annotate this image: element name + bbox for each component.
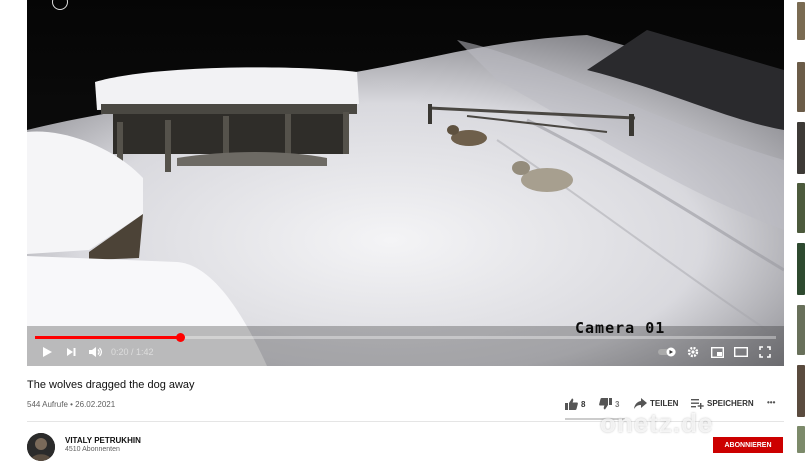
save-label: SPEICHERN (707, 399, 754, 408)
more-actions-button[interactable]: ••• (767, 398, 775, 407)
video-title: The wolves dragged the dog away (27, 379, 195, 391)
fullscreen-icon (759, 346, 771, 358)
player-controls: 0:20 / 1:42 (27, 333, 784, 366)
play-button[interactable] (39, 344, 55, 360)
subscribe-button[interactable]: ABONNIEREN (713, 437, 783, 453)
time-display: 0:20 / 1:42 (111, 347, 154, 357)
autoplay-toggle[interactable] (657, 344, 679, 360)
skip-next-icon (67, 348, 76, 356)
watermark: onetz.de (600, 408, 714, 438)
video-frame[interactable] (27, 0, 784, 366)
more-icon: ••• (767, 398, 776, 407)
miniplayer-icon (710, 346, 724, 358)
duration: 1:42 (136, 347, 154, 357)
thumbs-up-icon (565, 398, 578, 410)
channel-avatar[interactable] (27, 433, 55, 461)
theater-mode-button[interactable] (733, 344, 749, 360)
subscriber-count: 4510 Abonnenten (65, 446, 120, 453)
theater-icon (734, 347, 748, 357)
camera-overlay-label: Camera 01 (575, 319, 666, 337)
related-video-thumbnail[interactable] (797, 305, 805, 355)
fullscreen-button[interactable] (757, 344, 773, 360)
play-icon (43, 347, 52, 357)
related-videos-sidebar (797, 0, 805, 453)
related-video-thumbnail[interactable] (797, 2, 805, 40)
settings-button[interactable] (685, 344, 701, 360)
channel-name[interactable]: VITALY PETRUKHIN (65, 436, 141, 445)
like-count: 8 (581, 399, 586, 409)
progress-played (35, 336, 181, 339)
video-player[interactable]: Camera 01 0:20 / 1:42 (27, 0, 784, 366)
share-label: TEILEN (650, 399, 679, 408)
volume-icon (89, 347, 102, 357)
time-separator: / (128, 347, 137, 357)
progress-bar[interactable] (35, 333, 776, 342)
related-video-thumbnail[interactable] (797, 183, 805, 233)
related-video-thumbnail[interactable] (797, 426, 805, 453)
related-video-thumbnail[interactable] (797, 62, 805, 112)
related-video-thumbnail[interactable] (797, 365, 805, 417)
volume-button[interactable] (87, 344, 103, 360)
progress-scrubber[interactable] (176, 333, 186, 342)
autoplay-toggle-icon (658, 347, 676, 357)
related-video-thumbnail[interactable] (797, 122, 805, 174)
miniplayer-button[interactable] (709, 344, 725, 360)
related-video-thumbnail[interactable] (797, 243, 805, 295)
current-time: 0:20 (111, 347, 129, 357)
next-button[interactable] (63, 344, 79, 360)
gear-icon (687, 346, 699, 358)
avatar-image (27, 433, 55, 461)
like-button[interactable]: 8 (565, 398, 585, 410)
